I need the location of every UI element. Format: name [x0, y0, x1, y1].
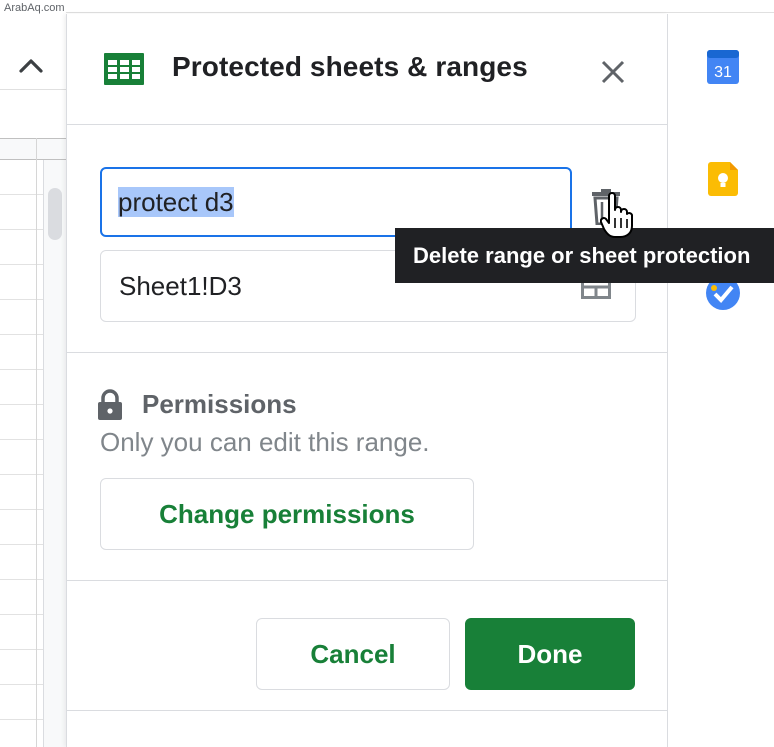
- watermark: ArabAq.com: [4, 2, 65, 14]
- calendar-day: 31: [714, 64, 732, 81]
- spreadsheet-area: [0, 0, 66, 747]
- scrollbar-thumb[interactable]: [48, 188, 62, 240]
- done-button[interactable]: Done: [465, 618, 635, 690]
- protected-ranges-panel: Protected sheets & ranges protect d3 She…: [66, 14, 668, 747]
- hand-cursor-icon: [600, 192, 633, 238]
- close-icon: [601, 60, 625, 84]
- change-permissions-button[interactable]: Change permissions: [100, 478, 474, 550]
- close-button[interactable]: [595, 54, 631, 90]
- permissions-description: Only you can edit this range.: [100, 427, 430, 457]
- keep-icon[interactable]: [708, 162, 738, 196]
- cancel-button[interactable]: Cancel: [256, 618, 450, 690]
- panel-footer: Cancel Done: [67, 581, 667, 711]
- chevron-up-icon: [19, 59, 43, 73]
- lock-icon: [98, 389, 122, 420]
- permissions-section: Permissions Only you can edit this range…: [67, 353, 667, 581]
- selected-text: protect d3: [118, 187, 234, 217]
- top-divider: [0, 12, 774, 13]
- vertical-scrollbar[interactable]: [43, 160, 66, 747]
- calendar-icon[interactable]: 31: [707, 50, 739, 84]
- collapse-toolbar-button[interactable]: [14, 50, 48, 80]
- panel-header: Protected sheets & ranges: [67, 14, 667, 125]
- grid-column-line: [36, 138, 37, 747]
- sheet-toolbar: [0, 14, 66, 90]
- side-apps-panel: 31: [668, 14, 774, 747]
- delete-range-tooltip: Delete range or sheet protection: [395, 228, 774, 283]
- range-description-input[interactable]: protect d3: [100, 167, 572, 237]
- permissions-title: Permissions: [142, 389, 297, 419]
- sheets-icon: [104, 53, 144, 85]
- column-header: [0, 138, 66, 160]
- panel-title: Protected sheets & ranges: [172, 51, 528, 82]
